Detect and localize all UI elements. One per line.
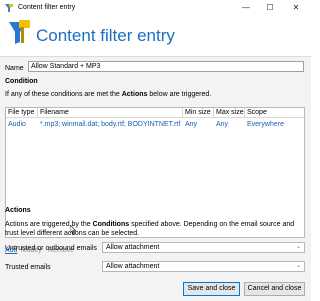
untrusted-emails-value: Allow attachment	[106, 244, 160, 251]
name-label: Name	[5, 65, 24, 72]
trusted-emails-label: Trusted emails	[5, 264, 51, 271]
condition-heading: Condition	[5, 78, 38, 85]
minimize-button[interactable]: —	[234, 0, 258, 16]
cell-filename: *.mp3; winmail.dat; body.rtf; BODYINTNET…	[40, 121, 181, 128]
cell-file-type: Audio	[8, 121, 26, 128]
column-header-file-type[interactable]: File type	[6, 108, 38, 118]
dialog-header: Content filter entry	[0, 16, 311, 56]
actions-description-line1: Actions are triggered by the Conditions …	[5, 221, 295, 228]
close-button[interactable]: ✕	[284, 0, 308, 16]
app-icon	[5, 4, 13, 12]
trusted-emails-dropdown[interactable]: Allow attachment ⌄	[102, 261, 305, 272]
cell-min-size: Any	[185, 121, 198, 128]
title-bar: Content filter entry — ☐ ✕	[0, 0, 311, 16]
column-header-min-size[interactable]: Min size	[183, 108, 214, 118]
chevron-down-icon: ⌄	[295, 263, 301, 269]
untrusted-emails-label: Untrusted or outbound emails	[5, 245, 97, 252]
actions-heading: Actions	[5, 207, 31, 214]
cancel-and-close-button[interactable]: Cancel and close	[244, 282, 305, 296]
page-title: Content filter entry	[36, 26, 175, 45]
trusted-emails-value: Allow attachment	[106, 263, 160, 270]
window-title: Content filter entry	[18, 4, 76, 11]
name-field[interactable]: Allow Standard + MP3	[28, 61, 304, 72]
condition-description: If any of these conditions are met the A…	[5, 91, 212, 98]
maximize-button[interactable]: ☐	[258, 0, 282, 16]
column-header-max-size[interactable]: Max size	[214, 108, 245, 118]
column-header-scope[interactable]: Scope	[245, 108, 304, 118]
conditions-table[interactable]: File type Filename Min size Max size Sco…	[5, 107, 305, 238]
chevron-down-icon: ⌄	[295, 244, 301, 250]
filter-brush-icon	[9, 20, 30, 44]
untrusted-emails-dropdown[interactable]: Allow attachment ⌄	[102, 242, 305, 253]
cell-scope: Everywhere	[247, 121, 284, 128]
mouse-pointer-icon	[70, 225, 76, 235]
column-header-filename[interactable]: Filename	[38, 108, 183, 118]
cell-max-size: Any	[216, 121, 229, 128]
save-and-close-button[interactable]: Save and close	[183, 282, 240, 296]
